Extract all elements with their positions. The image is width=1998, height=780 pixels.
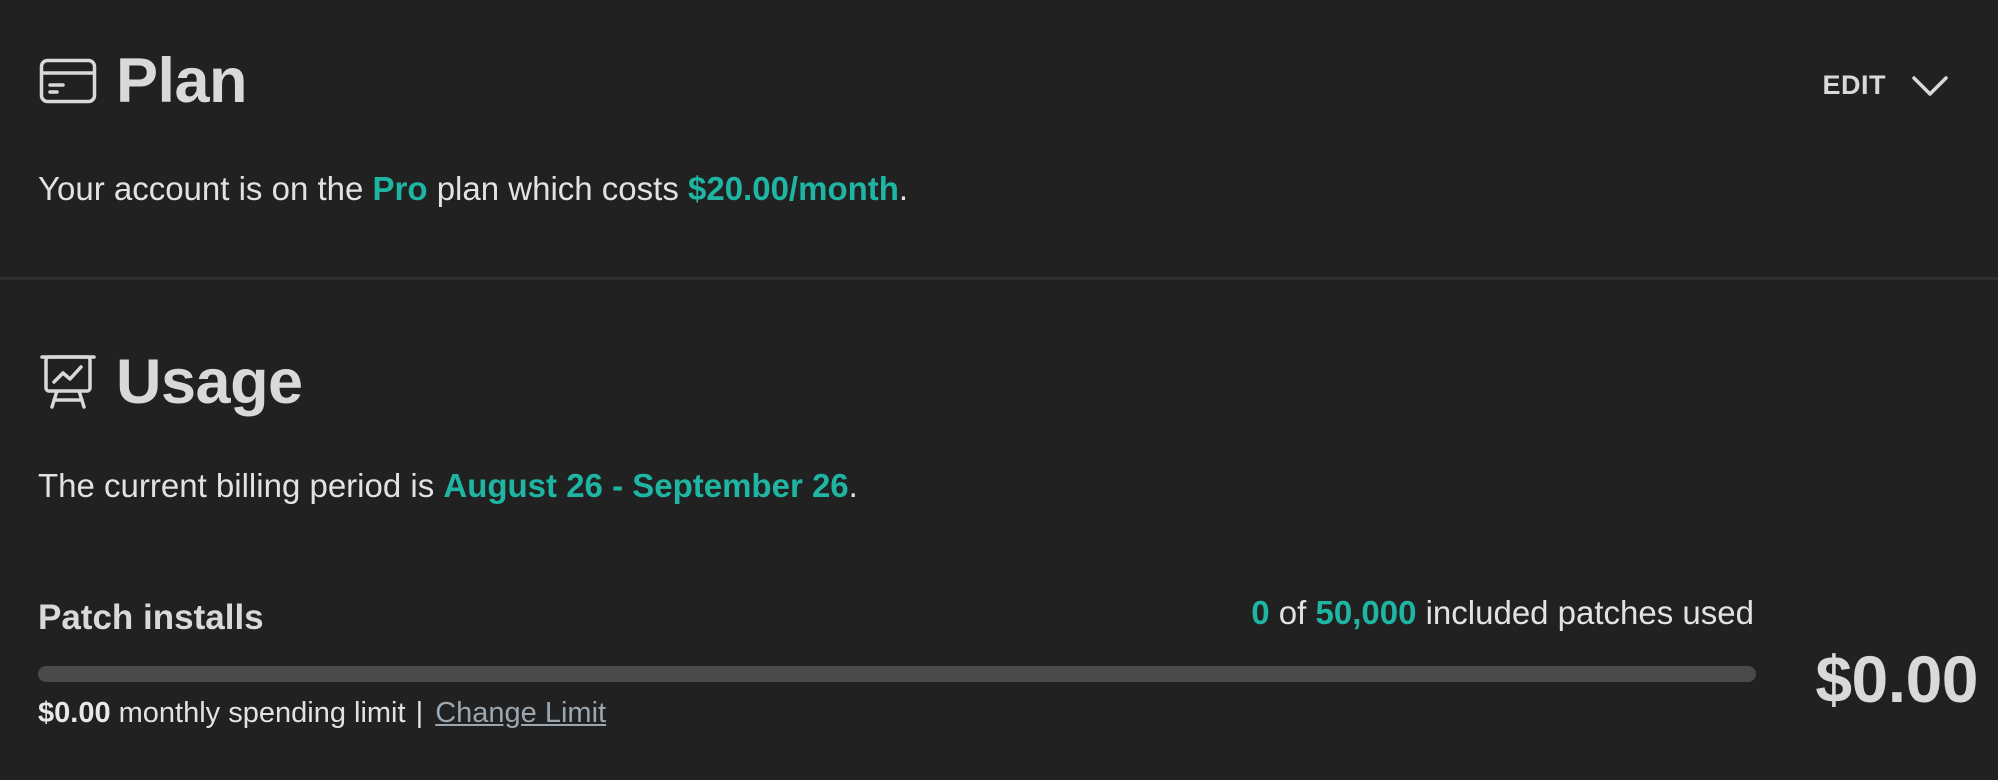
usage-title: Usage bbox=[116, 347, 303, 417]
billing-page: Plan EDIT Your account is on the Pro pla… bbox=[0, 0, 1998, 780]
patches-included: 50,000 bbox=[1315, 594, 1417, 631]
patch-installs-label: Patch installs bbox=[38, 598, 264, 637]
edit-plan-button[interactable]: EDIT bbox=[1822, 70, 1948, 101]
patches-suffix: included patches used bbox=[1416, 594, 1754, 631]
edit-label: EDIT bbox=[1822, 70, 1886, 100]
chevron-down-icon bbox=[1912, 74, 1948, 98]
spending-limit-amount: $0.00 bbox=[38, 697, 111, 729]
credit-card-icon bbox=[38, 51, 98, 111]
plan-sentence-middle: plan which costs bbox=[427, 170, 688, 207]
patch-usage-progress-bar bbox=[38, 666, 1756, 682]
plan-price: $20.00/month bbox=[688, 170, 899, 207]
of-text: of bbox=[1269, 594, 1316, 631]
section-divider bbox=[0, 277, 1998, 280]
separator: | bbox=[415, 697, 424, 729]
plan-title: Plan bbox=[116, 46, 248, 116]
patch-installs-cost: $0.00 bbox=[1815, 642, 1978, 716]
change-limit-link[interactable]: Change Limit bbox=[435, 697, 606, 729]
plan-description: Your account is on the Pro plan which co… bbox=[38, 170, 908, 208]
plan-name: Pro bbox=[372, 170, 428, 207]
plan-header: Plan bbox=[38, 44, 248, 118]
patches-used: 0 bbox=[1251, 594, 1270, 631]
presentation-chart-icon bbox=[38, 352, 98, 412]
usage-sentence-suffix: . bbox=[848, 467, 858, 504]
plan-sentence-prefix: Your account is on the bbox=[38, 170, 373, 207]
usage-header: Usage bbox=[38, 345, 303, 419]
billing-period: August 26 - September 26 bbox=[443, 467, 849, 504]
billing-period-description: The current billing period is August 26 … bbox=[38, 467, 858, 505]
patch-usage-count: 0 of 50,000 included patches used bbox=[1251, 594, 1754, 632]
spending-limit-line: $0.00 monthly spending limit | Change Li… bbox=[38, 697, 606, 730]
usage-sentence-prefix: The current billing period is bbox=[38, 467, 444, 504]
spending-limit-text: monthly spending limit bbox=[110, 697, 414, 729]
plan-sentence-suffix: . bbox=[898, 170, 909, 207]
